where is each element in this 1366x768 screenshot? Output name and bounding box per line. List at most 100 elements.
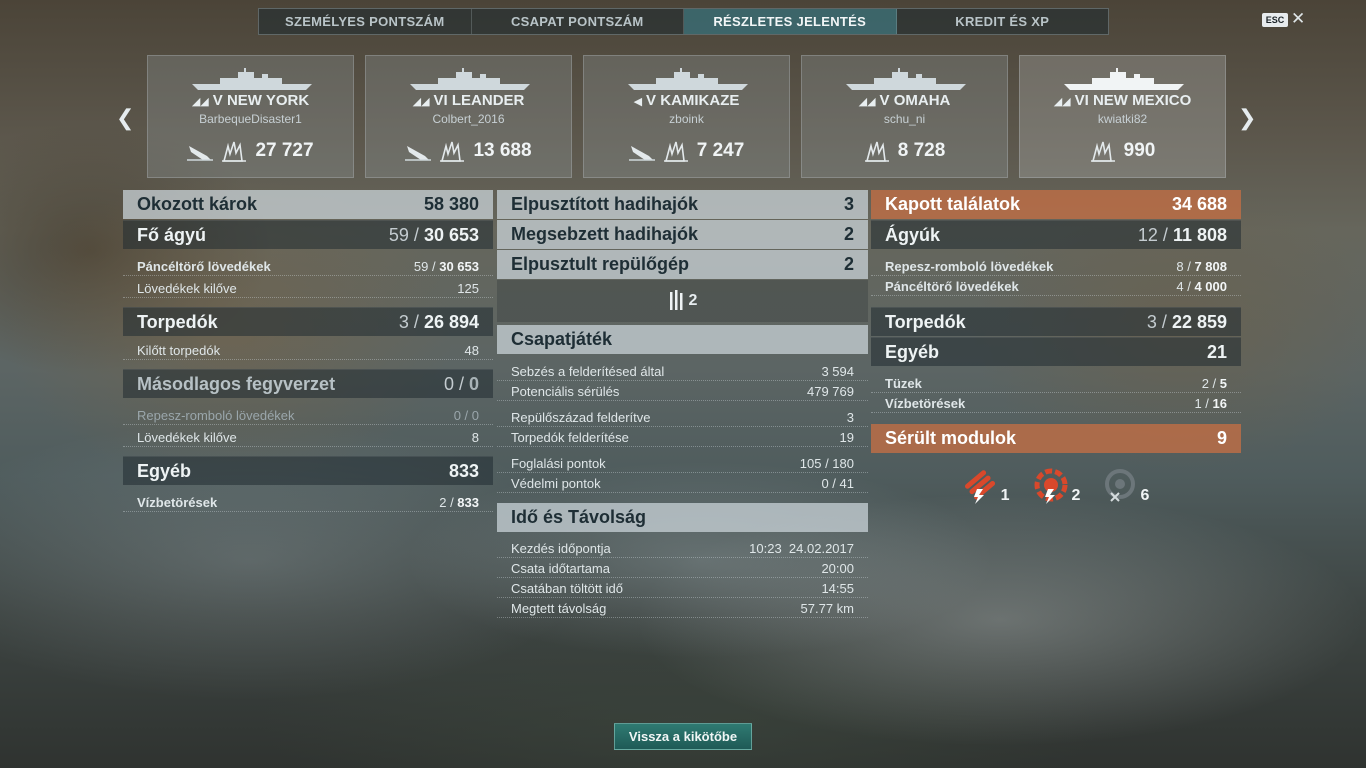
ship-name: ◢◢ V OMAHA bbox=[802, 92, 1007, 109]
flooding-received-damage: 16 bbox=[1212, 395, 1227, 411]
torpedo-tubes-damaged-icon bbox=[964, 470, 995, 504]
spotting-damage-row: Sebzés a felderítésed által 3 594 bbox=[497, 362, 868, 381]
distance-row: Megtett távolság 57.77 km bbox=[497, 599, 868, 618]
damaged-modules-header: Sérült modulok 9 bbox=[871, 424, 1241, 453]
main-guns-damage: 30 653 bbox=[423, 224, 479, 245]
start-time-label: Kezdés időpontja bbox=[511, 540, 611, 556]
tab-detailed-report[interactable]: RÉSZLETES JELENTÉS bbox=[684, 9, 897, 34]
planes-destroyed-header: Elpusztult repülőgép 2 bbox=[497, 250, 868, 279]
flooding-label: Vízbetörések bbox=[137, 494, 218, 510]
guns-received-hits: 12 bbox=[1137, 224, 1158, 245]
player-name: schu_ni bbox=[883, 112, 926, 126]
flooding-damage: 833 bbox=[457, 494, 479, 510]
flooding-row: Vízbetörések 2 / 833 bbox=[123, 493, 493, 512]
back-to-port-button[interactable]: Vissza a kikötőbe bbox=[614, 723, 752, 750]
ship-card[interactable]: ◢◢ VI NEW MEXICO kwiatki82 990 bbox=[1019, 55, 1226, 178]
secondary-fired-label: Lövedékek kilőve bbox=[137, 429, 237, 445]
hits-received-label: Kapott találatok bbox=[885, 194, 1021, 214]
cruiser-icon: ◢◢ bbox=[412, 96, 430, 108]
player-name: Colbert_2016 bbox=[432, 112, 505, 126]
torps-spotted-label: Torpedók felderítése bbox=[511, 429, 629, 445]
battleship-icon: ◢◢ bbox=[191, 96, 209, 108]
ships-damaged-header: Megsebzett hadihajók 2 bbox=[497, 220, 868, 249]
torpedoes-hits: 3 bbox=[398, 311, 409, 332]
torpedoes-received-damage: 22 859 bbox=[1171, 311, 1227, 332]
torpedo-tubes-count: 1 bbox=[1000, 487, 1010, 504]
torpedoes-received-label: Torpedók bbox=[885, 311, 966, 332]
other-value: 833 bbox=[448, 460, 479, 481]
plane-destroyed-icon bbox=[669, 290, 683, 310]
player-name: kwiatki82 bbox=[1097, 112, 1148, 126]
ship-card[interactable]: ◢◢ V NEW YORK BarbequeDisaster1 27 727 bbox=[147, 55, 354, 178]
damaged-modules-label: Sérült modulok bbox=[885, 428, 1017, 448]
he-received-row: Repesz-romboló lövedékek 8 / 7 808 bbox=[871, 257, 1241, 276]
damage-dealt-value: 58 380 bbox=[423, 194, 479, 214]
battle-duration-row: Csata időtartama 20:00 bbox=[497, 559, 868, 578]
ap-shells-label: Páncéltörő lövedékek bbox=[137, 258, 271, 274]
secondary-damage: 0 bbox=[468, 373, 479, 394]
ship-name: ◢◢ VI NEW MEXICO bbox=[1020, 92, 1225, 109]
other-received-value: 21 bbox=[1206, 341, 1227, 362]
ship-stats: 990 bbox=[1020, 140, 1225, 162]
main-guns-hits: 59 bbox=[388, 224, 409, 245]
engine-damaged-icon bbox=[1034, 468, 1068, 504]
torps-spotted-value: 19 bbox=[839, 429, 854, 445]
damage-dealt-header: Okozott károk 58 380 bbox=[123, 190, 493, 219]
ap-shells-hits: 59 bbox=[413, 258, 429, 274]
ship-damage-value: 27 727 bbox=[255, 140, 314, 161]
he-received-hits: 8 bbox=[1176, 258, 1184, 274]
squadrons-spotted-row: Repülőszázad felderítve 3 bbox=[497, 408, 868, 427]
ship-damage-value: 990 bbox=[1123, 140, 1156, 161]
ap-shells-damage: 30 653 bbox=[439, 258, 479, 274]
tab-personal-score[interactable]: SZEMÉLYES PONTSZÁM bbox=[259, 9, 472, 34]
flooding-received-row: Vízbetörések 1 / 16 bbox=[871, 394, 1241, 413]
chevron-left-icon[interactable]: ❮ bbox=[116, 105, 134, 131]
tab-team-score[interactable]: CSAPAT PONTSZÁM bbox=[472, 9, 684, 34]
close-icon[interactable]: ✕ bbox=[1291, 9, 1305, 29]
ship-card[interactable]: ◀ V KAMIKAZE zboink 7 247 bbox=[583, 55, 790, 178]
ships-destroyed-header: Elpusztított hadihajók 3 bbox=[497, 190, 868, 219]
he-shells-row: Repesz-romboló lövedékek 0 / 0 bbox=[123, 406, 493, 425]
ship-tier: V bbox=[212, 92, 227, 109]
main-guns-header: Fő ágyú 59 / 30 653 bbox=[123, 220, 493, 249]
ap-shells-row: Páncéltörő lövedékek 59 / 30 653 bbox=[123, 257, 493, 276]
plane-icon-count: 2 bbox=[688, 292, 698, 309]
torpedoes-label: Torpedók bbox=[137, 311, 218, 332]
damage-dealt-label: Okozott károk bbox=[137, 194, 258, 214]
time-in-battle-row: Csatában töltött idő 14:55 bbox=[497, 579, 868, 598]
damage-icon bbox=[864, 141, 889, 162]
flooding-received-hits: 1 bbox=[1194, 395, 1202, 411]
main-guns-label: Fő ágyú bbox=[137, 224, 207, 245]
fires-label: Tüzek bbox=[885, 375, 922, 391]
destroyed-modules-count: 6 bbox=[1140, 487, 1150, 504]
ship-tier: V bbox=[879, 92, 894, 109]
ship-name-text: KAMIKAZE bbox=[660, 92, 740, 109]
torps-fired-row: Kilőtt torpedók 48 bbox=[123, 341, 493, 360]
ship-stats: 27 727 bbox=[148, 140, 353, 162]
ship-damage-value: 8 728 bbox=[897, 140, 946, 161]
ship-stats: 8 728 bbox=[802, 140, 1007, 162]
teamplay-header: Csapatjáték bbox=[497, 325, 868, 354]
torps-spotted-row: Torpedók felderítése 19 bbox=[497, 428, 868, 447]
distance-label: Megtett távolság bbox=[511, 600, 607, 616]
destroyer-icon: ◀ bbox=[633, 96, 643, 108]
he-shells-damage: 0 bbox=[471, 407, 479, 423]
secondary-label: Másodlagos fegyverzet bbox=[137, 373, 336, 394]
damaged-modules-value: 9 bbox=[1216, 428, 1227, 448]
defense-points-row: Védelmi pontok 0 / 41 bbox=[497, 474, 868, 493]
ship-card[interactable]: ◢◢ VI LEANDER Colbert_2016 13 688 bbox=[365, 55, 572, 178]
esc-key-hint[interactable]: ESC bbox=[1262, 13, 1288, 27]
ship-card[interactable]: ◢◢ V OMAHA schu_ni 8 728 bbox=[801, 55, 1008, 178]
chevron-right-icon[interactable]: ❯ bbox=[1238, 105, 1256, 131]
module-icons: 1 2 6 bbox=[871, 456, 1241, 516]
ship-stats: 13 688 bbox=[366, 140, 571, 162]
guns-received-header: Ágyúk 12 / 11 808 bbox=[871, 220, 1241, 249]
tab-credits-xp[interactable]: KREDIT ÉS XP bbox=[897, 9, 1109, 34]
other-received-label: Egyéb bbox=[885, 341, 940, 362]
planes-destroyed-value: 2 bbox=[843, 254, 854, 274]
other-header: Egyéb 833 bbox=[123, 456, 493, 485]
spotting-damage-label: Sebzés a felderítésed által bbox=[511, 363, 665, 379]
ap-received-label: Páncéltörő lövedékek bbox=[885, 278, 1019, 294]
ships-damaged-value: 2 bbox=[843, 224, 854, 244]
he-shells-label: Repesz-romboló lövedékek bbox=[137, 407, 295, 423]
